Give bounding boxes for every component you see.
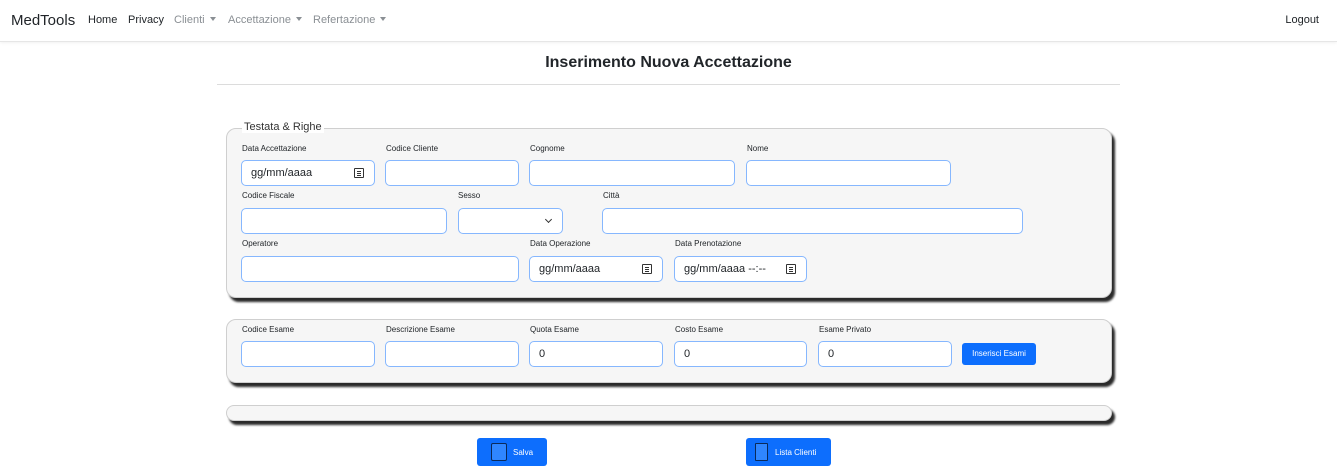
testata-legend: Testata & Righe [242,121,324,133]
nav-home[interactable]: Home [88,14,117,26]
data-operazione-placeholder: gg/mm/aaaa [539,263,601,275]
costo-esame-label: Costo Esame [675,325,724,334]
esame-privato-label: Esame Privato [819,325,872,334]
codice-esame-label: Codice Esame [242,325,295,334]
descrizione-esame-label: Descrizione Esame [386,325,455,334]
nome-field[interactable] [746,160,951,186]
salva-label: Salva [513,448,534,457]
nome-label: Nome [747,144,769,153]
codice-cliente-field[interactable] [385,160,519,186]
quota-esame-field[interactable]: 0 [529,341,663,367]
nav-refertazione-label: Refertazione [313,14,376,26]
chevron-down-icon [544,215,553,224]
sesso-select[interactable] [458,208,563,234]
codice-fiscale-label: Codice Fiscale [242,191,295,200]
nav-accettazione-label: Accettazione [228,14,291,26]
nav-refertazione-dropdown[interactable]: Refertazione [313,14,387,26]
data-accettazione-label: Data Accettazione [242,144,307,153]
navbar: MedTools Home Privacy Clienti Accettazio… [0,0,1337,42]
salva-button[interactable]: Salva [477,438,547,466]
esame-privato-field[interactable]: 0 [818,341,952,367]
operatore-field[interactable] [241,256,519,282]
save-disk-icon [491,443,507,461]
data-accettazione-placeholder: gg/mm/aaaa [251,167,313,179]
sesso-label: Sesso [458,191,481,200]
cognome-field[interactable] [529,160,735,186]
operatore-label: Operatore [242,239,279,248]
inserisci-esami-button[interactable]: Inserisci Esami [962,343,1036,365]
chevron-down-icon [380,17,387,21]
nav-privacy[interactable]: Privacy [128,14,164,26]
chevron-down-icon [295,17,302,21]
codice-fiscale-field[interactable] [241,208,447,234]
cognome-label: Cognome [530,144,565,153]
nav-clienti-label: Clienti [174,14,205,26]
title-divider [217,84,1120,85]
calendar-icon[interactable] [642,264,652,274]
codice-esame-field[interactable] [241,341,375,367]
data-operazione-label: Data Operazione [530,239,591,248]
righe-esami-panel [226,405,1112,421]
data-accettazione-field[interactable]: gg/mm/aaaa [241,160,375,186]
nav-clienti-dropdown[interactable]: Clienti [174,14,216,26]
data-operazione-field[interactable]: gg/mm/aaaa [529,256,663,282]
descrizione-esame-field[interactable] [385,341,519,367]
calendar-icon[interactable] [786,264,796,274]
chevron-down-icon [209,17,216,21]
logout-link[interactable]: Logout [1285,14,1319,26]
costo-esame-field[interactable]: 0 [674,341,807,367]
data-prenotazione-placeholder: gg/mm/aaaa --:-- [684,263,766,275]
lista-clienti-label: Lista Clienti [775,448,817,457]
codice-cliente-label: Codice Cliente [386,144,439,153]
citta-field[interactable] [602,208,1023,234]
citta-label: Città [603,191,620,200]
page-title: Inserimento Nuova Accettazione [545,54,792,71]
brand-logo[interactable]: MedTools [11,12,75,29]
door-icon [755,443,768,461]
data-prenotazione-label: Data Prenotazione [675,239,742,248]
calendar-icon[interactable] [354,168,364,178]
nav-accettazione-dropdown[interactable]: Accettazione [228,14,302,26]
lista-clienti-button[interactable]: Lista Clienti [746,438,831,466]
quota-esame-label: Quota Esame [530,325,579,334]
data-prenotazione-field[interactable]: gg/mm/aaaa --:-- [674,256,807,282]
